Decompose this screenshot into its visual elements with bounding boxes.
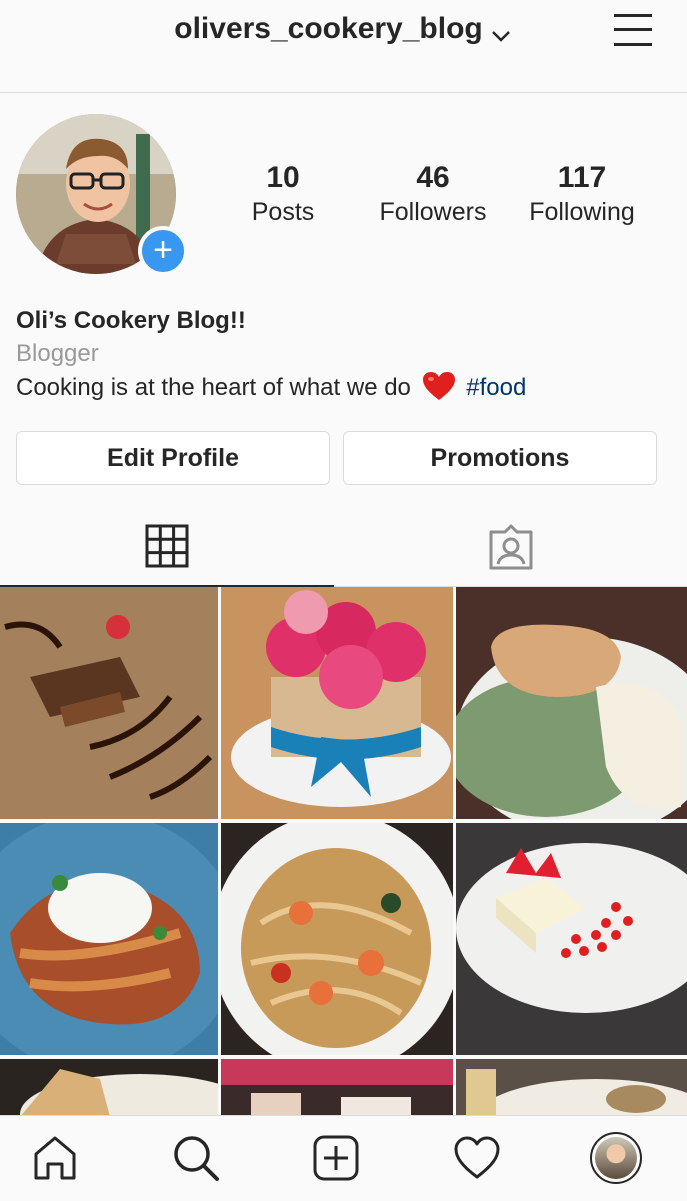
grid-post-2[interactable] (221, 587, 453, 819)
grid-post-4[interactable] (0, 823, 218, 1055)
posts-grid (0, 587, 687, 1117)
profile-avatar-container[interactable]: + (16, 114, 188, 276)
add-post-icon[interactable] (312, 1134, 360, 1182)
rose-cake-image (221, 587, 453, 819)
heart-icon[interactable] (453, 1134, 501, 1182)
account-switcher[interactable]: olivers_cookery_blog (0, 12, 687, 46)
followers-label: Followers (379, 198, 487, 226)
home-icon[interactable] (31, 1134, 79, 1182)
grid-post-6[interactable] (456, 823, 687, 1055)
chevron-down-icon (489, 20, 513, 42)
panna-cotta-image (456, 823, 687, 1055)
posts-count: 10 (266, 161, 300, 194)
tab-tagged[interactable] (344, 506, 678, 586)
followers-count: 46 (416, 161, 450, 194)
tab-grid[interactable] (0, 506, 334, 587)
pasta-egg-image (0, 823, 218, 1055)
grid-post-9[interactable] (456, 1059, 687, 1117)
pie-and-mash-image (456, 587, 687, 819)
profile-category: Blogger (16, 340, 99, 367)
grid-icon (145, 524, 189, 568)
grid-post-3[interactable] (456, 587, 687, 819)
posts-label: Posts (251, 198, 315, 226)
bio-text: Cooking is at the heart of what we do (16, 374, 411, 401)
grid-post-7[interactable] (0, 1059, 218, 1117)
bio-description: Cooking is at the heart of what we do #f… (16, 371, 676, 411)
grid-post-5[interactable] (221, 823, 453, 1055)
edit-profile-button[interactable]: Edit Profile (16, 431, 330, 485)
following-stat[interactable]: 117 Following (507, 160, 657, 228)
followers-stat[interactable]: 46 Followers (358, 160, 508, 228)
avatar (595, 1137, 637, 1179)
plus-icon: + (153, 231, 173, 269)
top-bar: olivers_cookery_blog (0, 0, 687, 93)
grid-post-1[interactable] (0, 587, 218, 819)
search-icon[interactable] (172, 1134, 220, 1182)
tagged-person-icon (489, 524, 533, 570)
red-heart-icon (422, 371, 456, 411)
hamburger-menu-icon[interactable] (612, 12, 654, 48)
following-label: Following (529, 198, 635, 226)
market-image (221, 1059, 453, 1117)
plate-image (456, 1059, 687, 1117)
profile-avatar-nav[interactable] (590, 1132, 642, 1184)
posts-stat[interactable]: 10 Posts (208, 160, 358, 228)
hashtag-link[interactable]: #food (466, 374, 526, 401)
following-count: 117 (557, 161, 607, 194)
username-label: olivers_cookery_blog (174, 12, 483, 45)
bottom-navigation (0, 1115, 687, 1201)
grid-post-8[interactable] (221, 1059, 453, 1117)
add-story-button[interactable]: + (138, 226, 188, 276)
chocolate-dessert-image (0, 587, 218, 819)
prawn-spaghetti-image (221, 823, 453, 1055)
promotions-button[interactable]: Promotions (343, 431, 657, 485)
profile-tabs (0, 506, 687, 587)
bread-image (0, 1059, 218, 1117)
profile-bio: Oli’s Cookery Blog!! Blogger Cooking is … (16, 305, 676, 411)
display-name: Oli’s Cookery Blog!! (16, 307, 246, 334)
